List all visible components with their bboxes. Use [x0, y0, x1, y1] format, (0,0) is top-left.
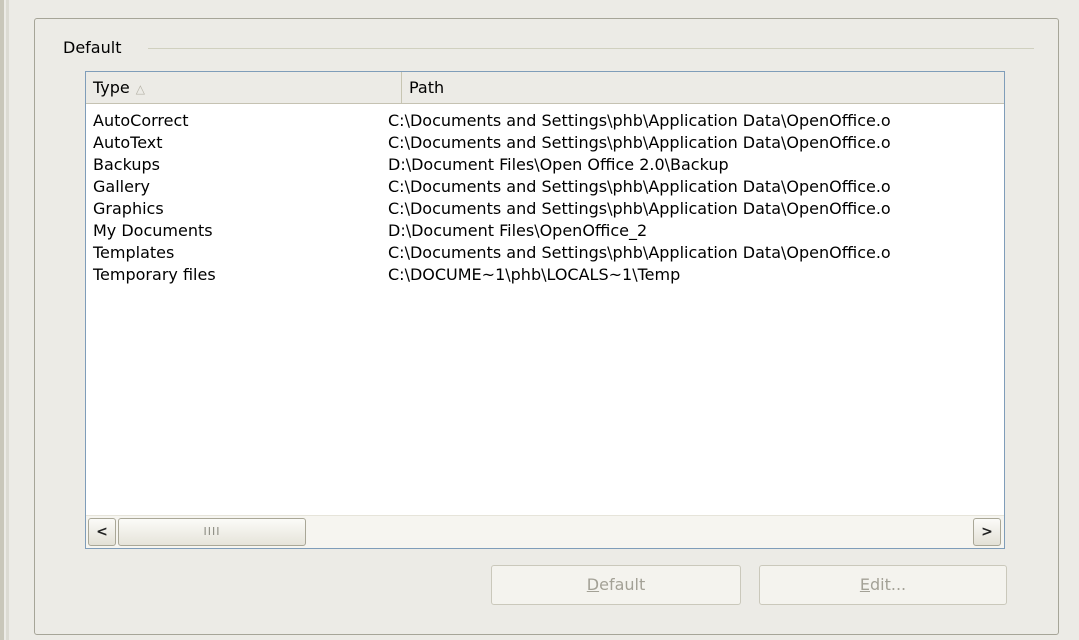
horizontal-scrollbar[interactable]: < IIII > — [86, 515, 1004, 548]
list-row[interactable]: AutoText C:\Documents and Settings\phb\Ap… — [86, 132, 1004, 154]
column-header-path-label: Path — [409, 78, 445, 97]
path-cell: C:\Documents and Settings\phb\Applicatio… — [388, 243, 891, 262]
list-row[interactable]: Templates C:\Documents and Settings\phb\A… — [86, 242, 1004, 264]
list-row[interactable]: Gallery C:\Documents and Settings\phb\App… — [86, 176, 1004, 198]
type-cell: AutoText — [93, 133, 163, 152]
column-header-type-label: Type — [93, 78, 130, 97]
list-row[interactable]: Temporary files C:\DOCUME~1\phb\LOCALS~1\… — [86, 264, 1004, 286]
type-cell: Backups — [93, 155, 160, 174]
scroll-right-icon[interactable]: > — [973, 518, 1001, 546]
type-cell: Gallery — [93, 177, 150, 196]
window-left-border-inner — [6, 0, 9, 640]
path-cell: C:\Documents and Settings\phb\Applicatio… — [388, 111, 891, 130]
path-cell: D:\Document Files\OpenOffice_2 — [388, 221, 648, 240]
group-divider — [148, 48, 1034, 49]
list-rows: AutoCorrect C:\Documents and Settings\phb… — [86, 110, 1004, 286]
default-button-label: efault — [599, 575, 646, 594]
window-left-border — [0, 0, 4, 640]
scroll-left-icon[interactable]: < — [88, 518, 116, 546]
path-cell: C:\Documents and Settings\phb\Applicatio… — [388, 177, 891, 196]
column-header-type[interactable]: Type △ — [86, 72, 402, 103]
type-cell: Templates — [93, 243, 175, 262]
path-cell: C:\DOCUME~1\phb\LOCALS~1\Temp — [388, 265, 681, 284]
type-cell: AutoCorrect — [93, 111, 189, 130]
list-row[interactable]: Backups D:\Document Files\Open Office 2.0… — [86, 154, 1004, 176]
path-cell: C:\Documents and Settings\phb\Applicatio… — [388, 133, 891, 152]
default-button-mnemonic: D — [586, 575, 600, 594]
type-cell: Graphics — [93, 199, 164, 218]
list-row[interactable]: My Documents D:\Document Files\OpenOffice… — [86, 220, 1004, 242]
paths-list[interactable]: Type △ Path AutoCorrect C:\Documents and S… — [85, 71, 1005, 549]
list-row[interactable]: AutoCorrect C:\Documents and Settings\phb… — [86, 110, 1004, 132]
list-header: Type △ Path — [86, 72, 1004, 104]
default-button[interactable]: Default — [491, 565, 741, 605]
scrollbar-thumb[interactable]: IIII — [118, 518, 306, 546]
list-row[interactable]: Graphics C:\Documents and Settings\phb\Ap… — [86, 198, 1004, 220]
sort-ascending-icon: △ — [135, 82, 145, 96]
path-cell: D:\Document Files\Open Office 2.0\Backup — [388, 155, 729, 174]
column-header-path[interactable]: Path — [402, 72, 1002, 103]
edit-button[interactable]: Edit... — [759, 565, 1007, 605]
group-label: Default — [63, 38, 128, 57]
edit-button-label: dit... — [869, 575, 907, 594]
type-cell: My Documents — [93, 221, 213, 240]
edit-button-mnemonic: E — [859, 575, 870, 594]
type-cell: Temporary files — [93, 265, 216, 284]
path-cell: C:\Documents and Settings\phb\Applicatio… — [388, 199, 891, 218]
